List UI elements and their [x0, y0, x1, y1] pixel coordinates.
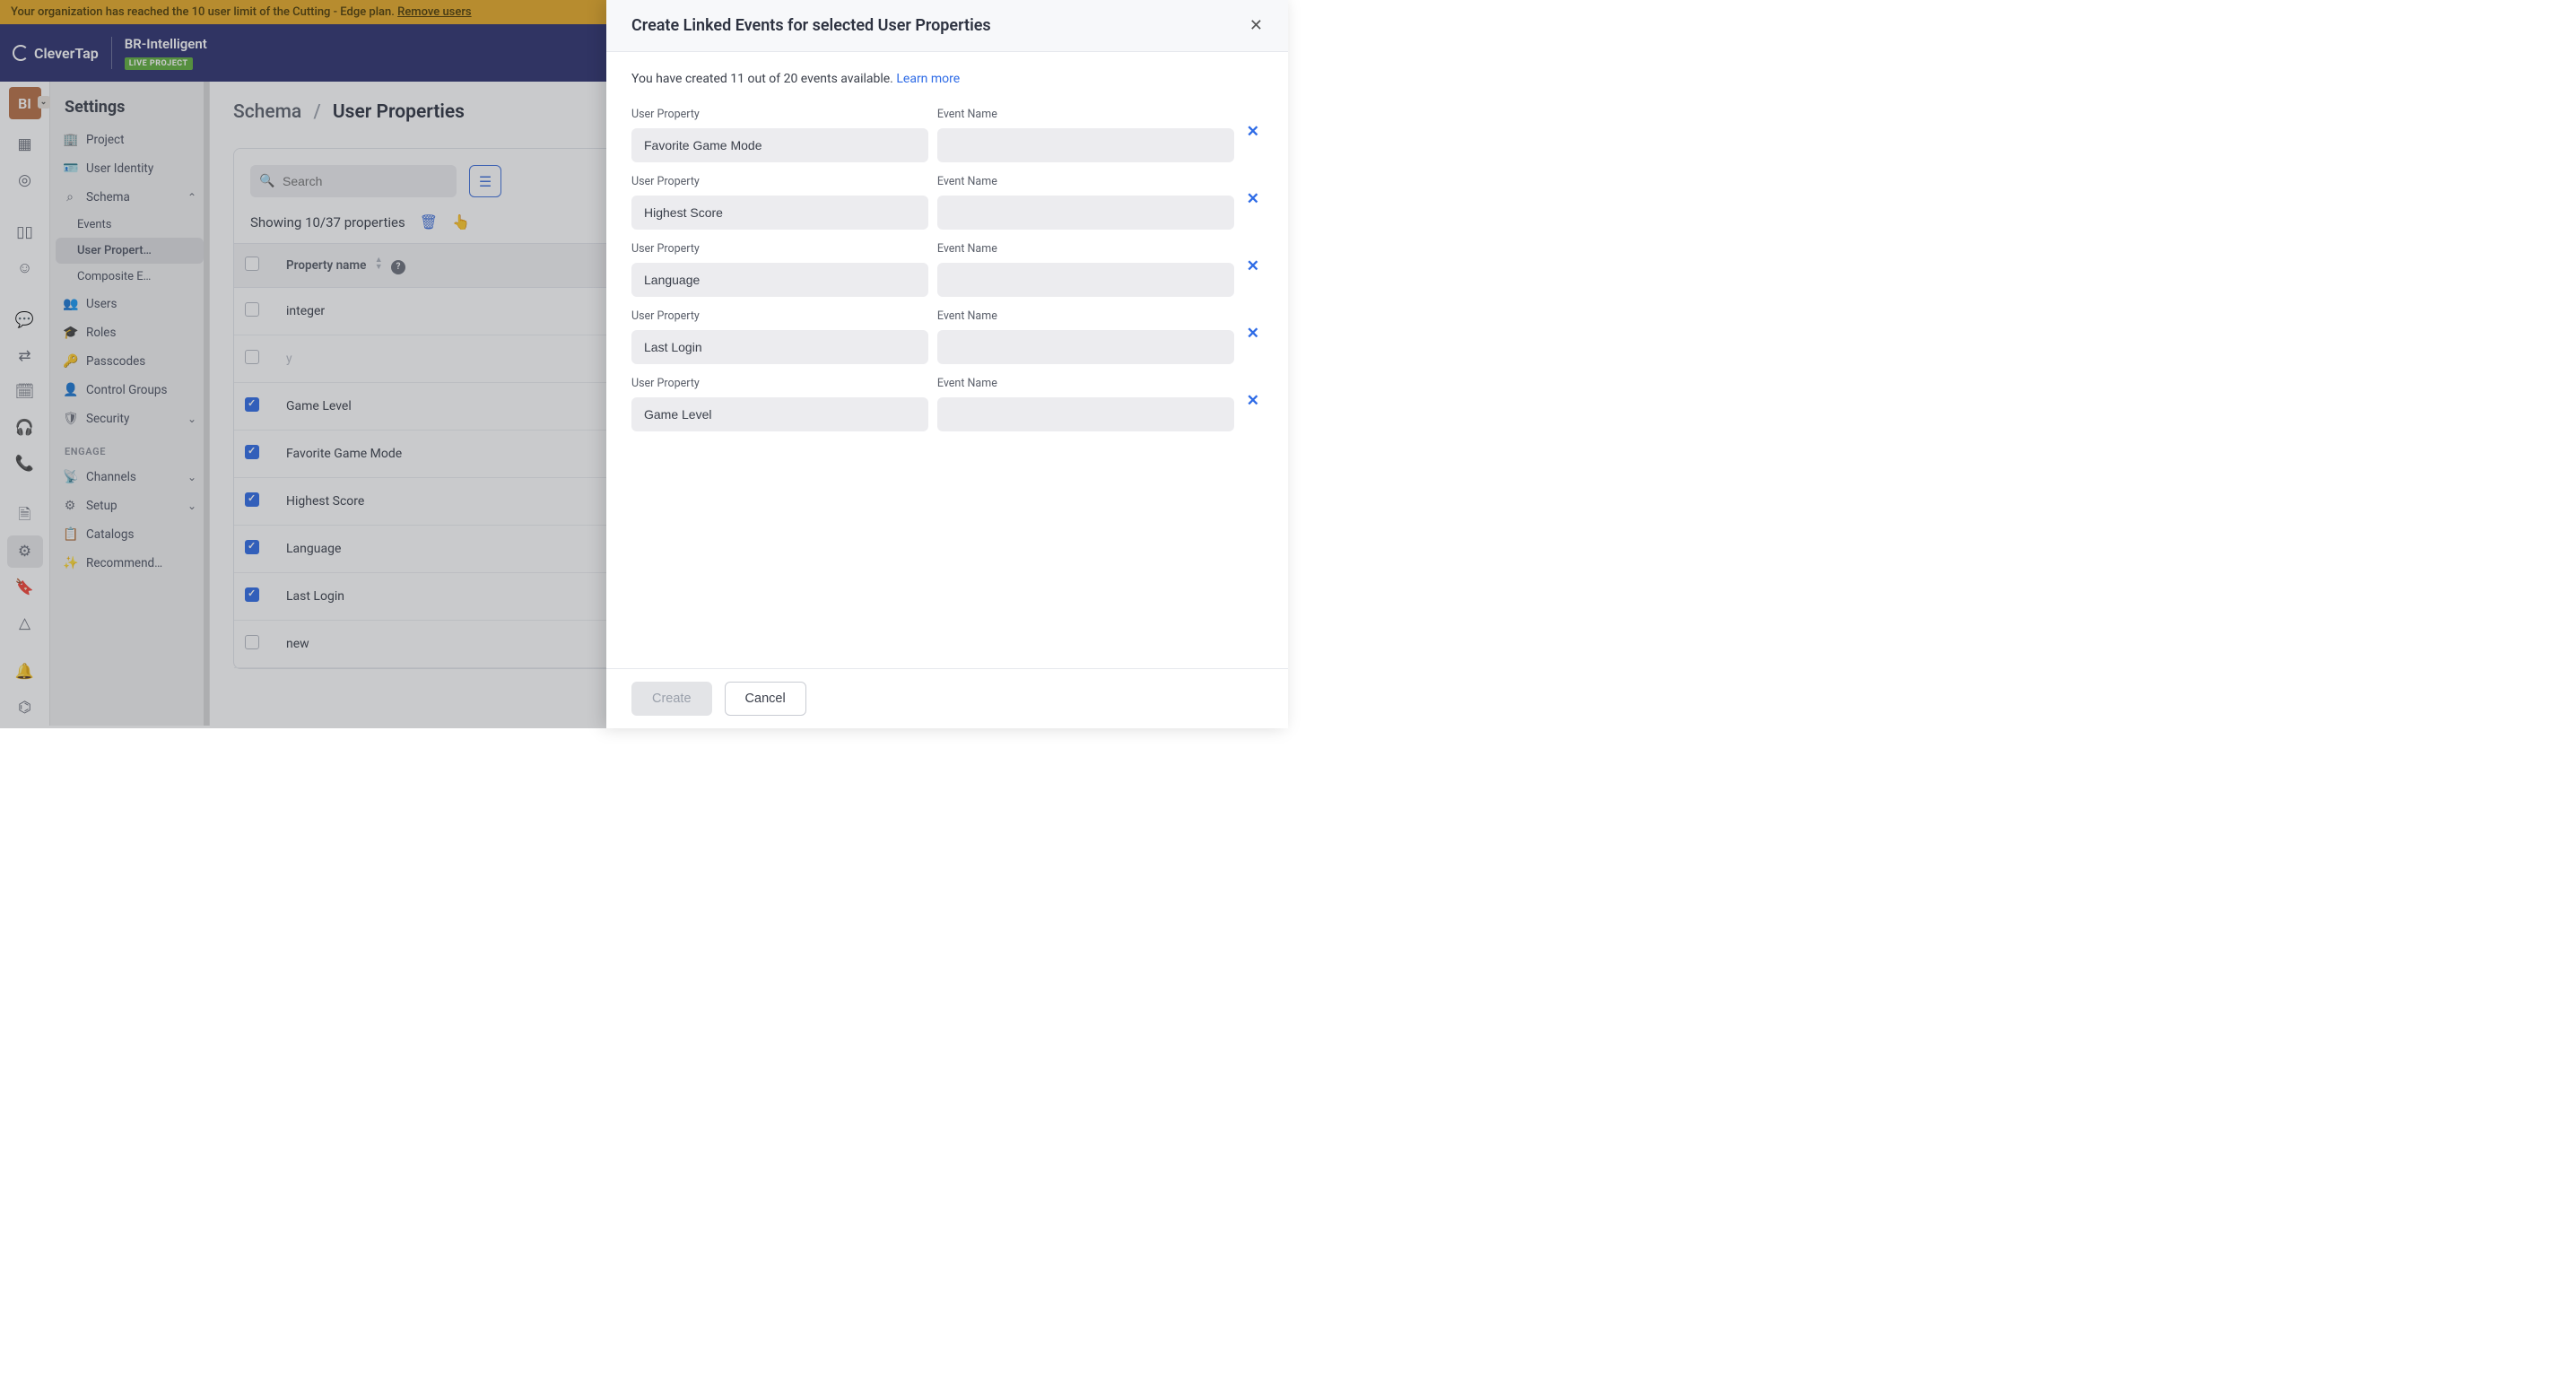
create-button[interactable]: Create — [631, 682, 712, 716]
remove-row-icon[interactable]: ✕ — [1243, 123, 1263, 141]
drawer-row: User Property Event Name ✕ — [631, 242, 1263, 297]
remove-row-icon[interactable]: ✕ — [1243, 257, 1263, 275]
event-name-input[interactable] — [937, 263, 1234, 297]
drawer-row: User Property Event Name ✕ — [631, 175, 1263, 230]
drawer-row: User Property Event Name ✕ — [631, 108, 1263, 162]
user-property-input — [631, 263, 928, 297]
modal-scrim[interactable] — [0, 0, 606, 728]
user-property-label: User Property — [631, 175, 928, 188]
drawer-info: You have created 11 out of 20 events ava… — [631, 72, 1263, 86]
drawer-row: User Property Event Name ✕ — [631, 309, 1263, 364]
user-property-input — [631, 196, 928, 230]
event-name-label: Event Name — [937, 108, 1234, 121]
event-name-input[interactable] — [937, 330, 1234, 364]
event-name-input[interactable] — [937, 128, 1234, 162]
user-property-label: User Property — [631, 377, 928, 390]
event-name-input[interactable] — [937, 196, 1234, 230]
learn-more-link[interactable]: Learn more — [896, 72, 960, 86]
cancel-button[interactable]: Cancel — [725, 682, 806, 716]
remove-row-icon[interactable]: ✕ — [1243, 190, 1263, 208]
event-name-label: Event Name — [937, 242, 1234, 256]
user-property-input — [631, 128, 928, 162]
remove-row-icon[interactable]: ✕ — [1243, 325, 1263, 343]
drawer-title: Create Linked Events for selected User P… — [631, 16, 991, 35]
user-property-label: User Property — [631, 242, 928, 256]
event-name-input[interactable] — [937, 397, 1234, 431]
user-property-input — [631, 330, 928, 364]
close-icon[interactable]: ✕ — [1249, 16, 1263, 35]
user-property-input — [631, 397, 928, 431]
user-property-label: User Property — [631, 309, 928, 323]
event-name-label: Event Name — [937, 377, 1234, 390]
create-linked-events-drawer: Create Linked Events for selected User P… — [606, 0, 1288, 728]
drawer-row: User Property Event Name ✕ — [631, 377, 1263, 431]
event-name-label: Event Name — [937, 309, 1234, 323]
remove-row-icon[interactable]: ✕ — [1243, 392, 1263, 410]
event-name-label: Event Name — [937, 175, 1234, 188]
user-property-label: User Property — [631, 108, 928, 121]
